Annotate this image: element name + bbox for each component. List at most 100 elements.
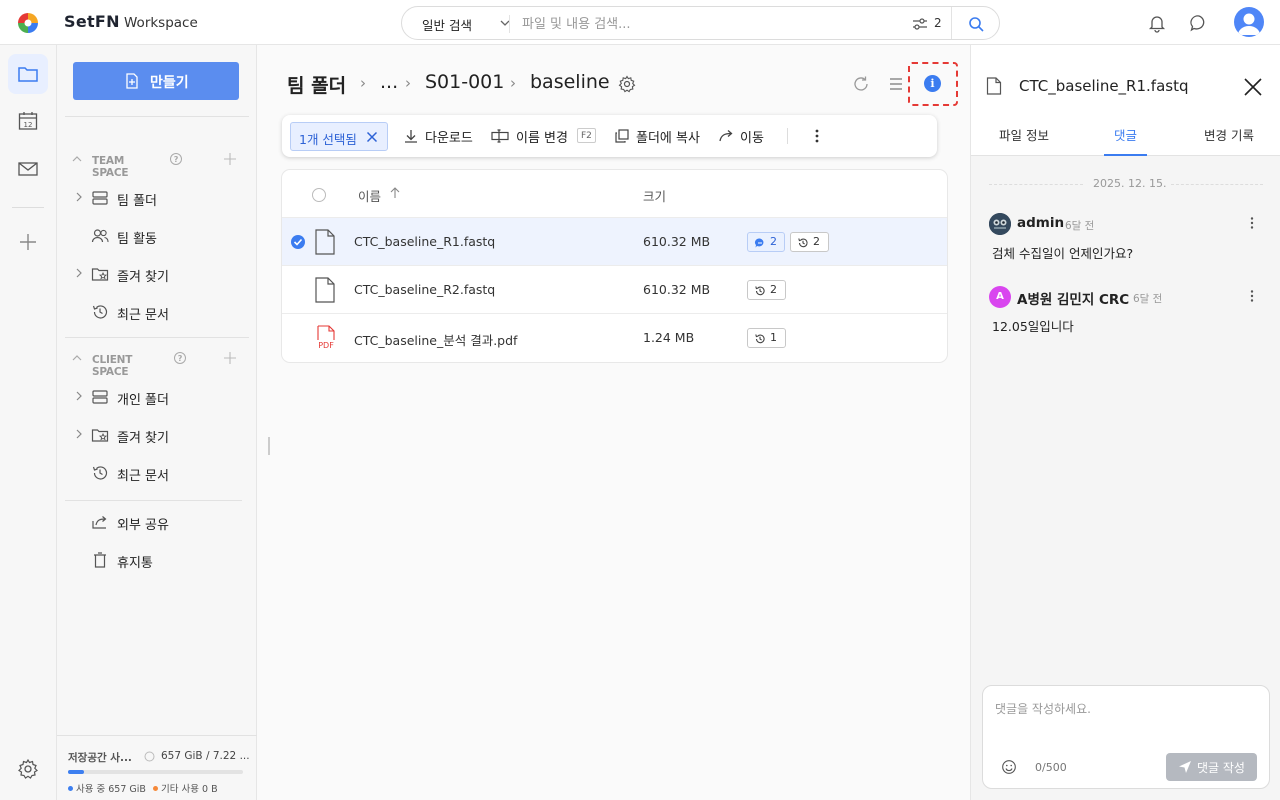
action-divider <box>787 128 788 144</box>
sidebar-item-team-recent[interactable]: 최근 문서 <box>71 297 241 327</box>
emoji-icon[interactable] <box>1001 759 1017 775</box>
app-logo[interactable] <box>16 11 40 35</box>
selection-action-bar: 1개 선택됨 다운로드 이름 변경 F2 폴더에 복사 이동 <box>282 115 937 157</box>
file-name[interactable]: CTC_baseline_R1.fastq <box>354 234 495 249</box>
user-avatar[interactable] <box>1234 7 1264 37</box>
create-button[interactable]: 만들기 <box>73 62 239 100</box>
sidebar-item-team-folder[interactable]: 팀 폴더 <box>71 183 241 213</box>
sidebar-item-label: 최근 문서 <box>117 469 169 484</box>
close-icon[interactable] <box>366 131 378 143</box>
pdf-file-icon: PDF <box>317 325 335 350</box>
chat-icon[interactable] <box>1189 13 1209 33</box>
version-count: 2 <box>770 283 777 296</box>
file-size: 1.24 MB <box>643 330 695 345</box>
row-checkbox[interactable] <box>291 331 305 345</box>
sidebar: 만들기 TEAM SPACE ? 팀 폴더 팀 활동 즐겨 찾기 최근 문서 C… <box>57 45 257 800</box>
chevron-right-icon <box>76 429 82 439</box>
sidebar-item-trash[interactable]: 휴지통 <box>71 545 241 575</box>
copy-label: 폴더에 복사 <box>636 131 700 146</box>
version-count: 2 <box>813 235 820 248</box>
more-vertical-icon[interactable] <box>1249 289 1255 303</box>
rail-settings-button[interactable] <box>8 749 48 789</box>
breadcrumb-root[interactable]: 팀 폴더 <box>287 71 346 98</box>
tab-comments[interactable]: 댓글 <box>1104 125 1147 156</box>
sidebar-item-team-favorites[interactable]: 즐겨 찾기 <box>71 259 241 289</box>
sidebar-item-personal-folder[interactable]: 개인 폴더 <box>71 382 241 412</box>
tab-change-history[interactable]: 변경 기록 <box>1204 125 1256 156</box>
brand-name: SetFN <box>64 12 120 31</box>
plus-icon <box>20 234 36 250</box>
info-icon: i <box>924 75 941 92</box>
table-row[interactable]: CTC_baseline_R1.fastq 610.32 MB 2 2 <box>282 218 947 266</box>
clock-icon <box>144 751 155 762</box>
table-row[interactable]: CTC_baseline_R2.fastq 610.32 MB 2 <box>282 266 947 314</box>
rail-files-button[interactable] <box>8 54 48 94</box>
mail-icon <box>18 162 38 176</box>
search-button[interactable] <box>951 7 999 39</box>
panel-tabs: 파일 정보 댓글 변경 기록 <box>971 125 1280 156</box>
submit-comment-button[interactable]: 댓글 작성 <box>1166 753 1257 781</box>
people-icon <box>91 229 109 243</box>
panel-header: CTC_baseline_R1.fastq <box>971 45 1280 125</box>
help-icon[interactable]: ? <box>173 351 187 365</box>
close-icon[interactable] <box>1243 77 1263 97</box>
char-count: 0/500 <box>1035 761 1067 774</box>
comment-count-badge[interactable]: 2 <box>747 232 785 252</box>
bell-icon[interactable] <box>1147 13 1167 33</box>
folder-stack-icon <box>92 191 108 205</box>
breadcrumb-ellipsis[interactable]: ... <box>380 71 398 93</box>
name-column-header[interactable]: 이름 <box>358 186 400 205</box>
refresh-icon[interactable] <box>852 75 870 93</box>
rename-icon <box>491 129 509 143</box>
resize-handle[interactable] <box>268 437 270 455</box>
file-name[interactable]: CTC_baseline_R2.fastq <box>354 282 495 297</box>
rename-shortcut: F2 <box>577 128 596 143</box>
name-column-label: 이름 <box>358 189 382 204</box>
sidebar-item-client-recent[interactable]: 최근 문서 <box>71 458 241 488</box>
file-size: 610.32 MB <box>643 282 711 297</box>
sidebar-item-external-share[interactable]: 외부 공유 <box>71 507 241 537</box>
rail-add-button[interactable] <box>8 222 48 262</box>
selection-chip[interactable]: 1개 선택됨 <box>290 122 388 151</box>
tab-file-info[interactable]: 파일 정보 <box>999 125 1051 156</box>
chevron-up-icon <box>72 156 82 162</box>
breadcrumb-folder[interactable]: S01-001 <box>425 71 504 93</box>
comment-time: 6달 전 <box>1065 220 1095 232</box>
storage-usage: 저장공간 사... 657 GiB / 7.22 ... 사용 중 657 Gi… <box>57 735 257 800</box>
info-panel-button[interactable]: i <box>908 62 958 106</box>
date-divider: 2025. 12. 15. <box>989 177 1263 191</box>
sidebar-divider <box>65 500 242 501</box>
list-view-icon[interactable] <box>887 75 905 93</box>
folder-settings-icon[interactable] <box>618 75 636 93</box>
comment-input[interactable] <box>995 700 1255 740</box>
folder-icon <box>18 67 38 82</box>
app-rail: 12 <box>0 45 57 800</box>
select-all-checkbox[interactable] <box>312 188 326 202</box>
version-count-badge[interactable]: 2 <box>790 232 829 252</box>
size-column-header[interactable]: 크기 <box>643 186 666 205</box>
plus-icon[interactable] <box>223 152 237 166</box>
version-count-badge[interactable]: 2 <box>747 280 786 300</box>
row-checkbox[interactable] <box>291 283 305 297</box>
more-vertical-icon[interactable] <box>814 128 820 144</box>
move-icon <box>719 130 733 142</box>
svg-text:12: 12 <box>24 121 33 129</box>
search-input[interactable] <box>522 13 902 35</box>
more-vertical-icon[interactable] <box>1249 216 1255 230</box>
table-row[interactable]: PDF CTC_baseline_분석 결과.pdf 1.24 MB 1 <box>282 314 947 362</box>
help-icon[interactable]: ? <box>169 152 183 166</box>
sidebar-item-team-activity[interactable]: 팀 활동 <box>71 221 241 251</box>
file-name[interactable]: CTC_baseline_분석 결과.pdf <box>354 330 517 349</box>
rail-calendar-button[interactable]: 12 <box>8 101 48 141</box>
comment-author: admin <box>1017 215 1065 231</box>
search-mode-dropdown[interactable]: 일반 검색 <box>422 15 510 34</box>
detail-panel: CTC_baseline_R1.fastq 파일 정보 댓글 변경 기록 202… <box>970 45 1280 800</box>
sidebar-item-client-favorites[interactable]: 즐겨 찾기 <box>71 420 241 450</box>
version-count-badge[interactable]: 1 <box>747 328 786 348</box>
row-checkbox[interactable] <box>291 235 305 249</box>
rail-mail-button[interactable] <box>8 149 48 189</box>
storage-label: 저장공간 사... <box>68 752 132 764</box>
trash-icon <box>94 552 106 568</box>
pdf-type-label: PDF <box>318 341 334 350</box>
plus-icon[interactable] <box>223 351 237 365</box>
